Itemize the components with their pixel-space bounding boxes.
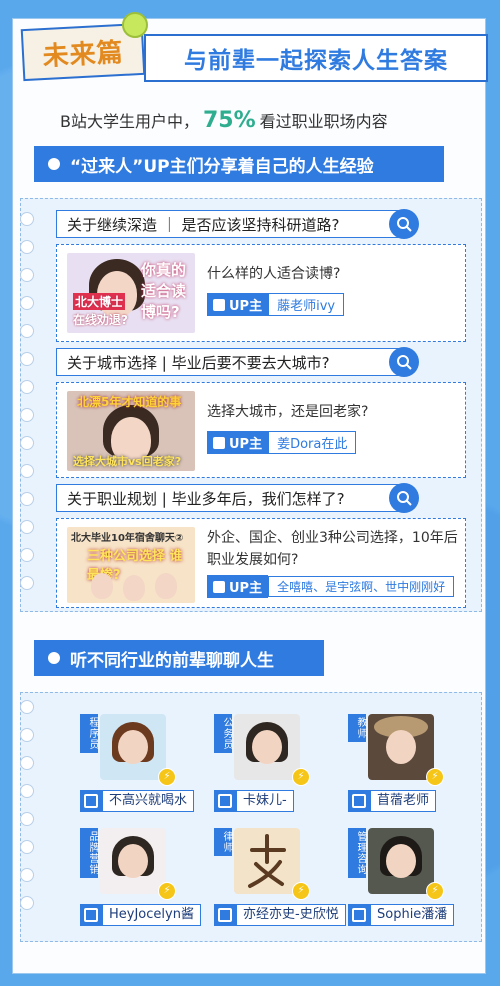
user-icon (213, 580, 225, 593)
stat-line: B站大学生用户中， 75% 看过职业职场内容 (60, 108, 388, 133)
thumbnail-caption: 你真的适合读博吗? (141, 261, 187, 321)
user-icon (214, 790, 236, 812)
person-card[interactable]: 公务员 ⚡ 卡妹儿- (214, 714, 344, 826)
question-bar[interactable]: 关于职业规划 | 毕业多年后，我们怎样了? (56, 483, 419, 513)
person-name-tag[interactable]: HeyJocelyn酱 (80, 904, 201, 926)
person-name: Sophie潘潘 (370, 904, 455, 926)
user-icon (80, 904, 102, 926)
verified-icon: ⚡ (158, 768, 176, 786)
person-card[interactable]: 品牌营销 ⚡ HeyJocelyn酱 (80, 828, 210, 940)
up-badge: UP主 (207, 293, 269, 316)
thumbnail-caption: 北漂5年才知道的事 (77, 395, 182, 409)
video-card[interactable]: 北大毕业10年宿舍聊天② 三种公司选择 谁最惨? 外企、国企、创业3种公司选择，… (56, 518, 466, 608)
up-owner[interactable]: UP主 藤老师ivy (207, 293, 345, 316)
person-card[interactable]: 管理咨询 ⚡ Sophie潘潘 (348, 828, 478, 940)
section2-title: 听不同行业的前辈聊聊人生 (34, 640, 324, 676)
person-name-tag[interactable]: 苜蓿老师 (348, 790, 437, 812)
user-icon (214, 904, 236, 926)
user-icon (348, 790, 370, 812)
person-name: 亦经亦史-史欣悦 (236, 904, 346, 926)
person-card[interactable]: 教师 ⚡ 苜蓿老师 (348, 714, 478, 826)
person-role: 管理咨询 (348, 828, 366, 878)
notebook-holes (20, 700, 36, 924)
video-card[interactable]: 你真的适合读博吗? 北大博士 在线劝退? 什么样的人适合读博? UP主 藤老师i… (56, 244, 466, 342)
search-icon[interactable] (389, 347, 419, 377)
person-name: 苜蓿老师 (370, 790, 437, 812)
person-role: 程序员 (80, 714, 98, 753)
thumbnail-subcaption: 选择大城市vs回老家? (73, 455, 182, 468)
up-badge: UP主 (207, 575, 269, 598)
thumbnail-tag: 北大博士 (73, 293, 126, 310)
video-thumbnail[interactable]: 北漂5年才知道的事 选择大城市vs回老家? (67, 391, 195, 471)
video-text: 外企、国企、创业3种公司选择，10年后职业发展如何? (207, 530, 458, 568)
bullet-icon (48, 158, 60, 170)
avatar[interactable] (368, 828, 434, 894)
person-name-tag[interactable]: 不高兴就喝水 (80, 790, 195, 812)
calligraphy-icon (248, 834, 286, 888)
video-card[interactable]: 北漂5年才知道的事 选择大城市vs回老家? 选择大城市，还是回老家? UP主 姜… (56, 382, 466, 478)
person-role: 品牌营销 (80, 828, 98, 878)
video-text: 选择大城市，还是回老家? (207, 404, 369, 420)
thumbnail-caption: 北大毕业10年宿舍聊天② (71, 533, 184, 544)
stat-suffix: 看过职业职场内容 (259, 112, 388, 131)
header-title: 与前辈一起探索人生答案 (184, 48, 448, 74)
person-role: 公务员 (214, 714, 232, 753)
up-badge: UP主 (207, 431, 269, 454)
verified-icon: ⚡ (158, 882, 176, 900)
section1-title: “过来人”UP主们分享着自己的人生经验 (34, 146, 444, 182)
user-icon (348, 904, 370, 926)
up-name[interactable]: 姜Dora在此 (268, 431, 357, 454)
question-text: 关于职业规划 | 毕业多年后，我们怎样了? (67, 489, 345, 508)
thumbnail-subcaption: 在线劝退? (73, 313, 128, 327)
header-banner: 与前辈一起探索人生答案 (144, 34, 488, 82)
person-name-tag[interactable]: 卡妹儿- (214, 790, 294, 812)
person-name: 卡妹儿- (236, 790, 294, 812)
up-name[interactable]: 藤老师ivy (268, 293, 345, 316)
video-thumbnail[interactable]: 你真的适合读博吗? 北大博士 在线劝退? (67, 253, 195, 333)
video-thumbnail[interactable]: 北大毕业10年宿舍聊天② 三种公司选择 谁最惨? (67, 527, 195, 603)
verified-icon: ⚡ (426, 882, 444, 900)
section2-title-text: 听不同行业的前辈聊聊人生 (70, 650, 274, 671)
user-icon (213, 436, 225, 449)
search-icon[interactable] (389, 483, 419, 513)
person-role: 律师 (214, 828, 232, 856)
user-icon (213, 298, 225, 311)
avatar[interactable] (100, 828, 166, 894)
person-name-tag[interactable]: Sophie潘潘 (348, 904, 455, 926)
person-name: HeyJocelyn酱 (102, 904, 201, 926)
header: 未来篇 与前辈一起探索人生答案 (20, 12, 488, 84)
avatar[interactable] (234, 828, 300, 894)
person-name: 不高兴就喝水 (102, 790, 195, 812)
section1-title-text: “过来人”UP主们分享着自己的人生经验 (70, 156, 374, 177)
search-icon[interactable] (389, 209, 419, 239)
up-owner[interactable]: UP主 全嘻嘻、是宇弦啊、世中刚刚好 (207, 575, 455, 598)
stat-percent: 75% (202, 108, 256, 133)
question-text: 关于继续深造 ｜ 是否应该坚持科研道路? (67, 215, 340, 234)
bullet-icon (48, 652, 60, 664)
avatar[interactable] (234, 714, 300, 780)
person-card[interactable]: 律师 ⚡ 亦经亦史-史欣悦 (214, 828, 346, 940)
video-text: 什么样的人适合读博? (207, 266, 341, 282)
up-owner[interactable]: UP主 姜Dora在此 (207, 431, 357, 454)
avatar[interactable] (100, 714, 166, 780)
notebook-holes (20, 212, 36, 604)
person-role: 教师 (348, 714, 366, 742)
verified-icon: ⚡ (426, 768, 444, 786)
stat-prefix: B站大学生用户中， (60, 112, 199, 131)
user-icon (80, 790, 102, 812)
question-text: 关于城市选择 | 毕业后要不要去大城市? (67, 353, 330, 372)
header-tag-label: 未来篇 (41, 37, 125, 72)
person-card[interactable]: 程序员 ⚡ 不高兴就喝水 (80, 714, 210, 826)
person-name-tag[interactable]: 亦经亦史-史欣悦 (214, 904, 346, 926)
question-bar[interactable]: 关于城市选择 | 毕业后要不要去大城市? (56, 347, 419, 377)
verified-icon: ⚡ (292, 768, 310, 786)
up-name[interactable]: 全嘻嘻、是宇弦啊、世中刚刚好 (268, 576, 455, 597)
avatar[interactable] (368, 714, 434, 780)
verified-icon: ⚡ (292, 882, 310, 900)
question-bar[interactable]: 关于继续深造 ｜ 是否应该坚持科研道路? (56, 209, 419, 239)
